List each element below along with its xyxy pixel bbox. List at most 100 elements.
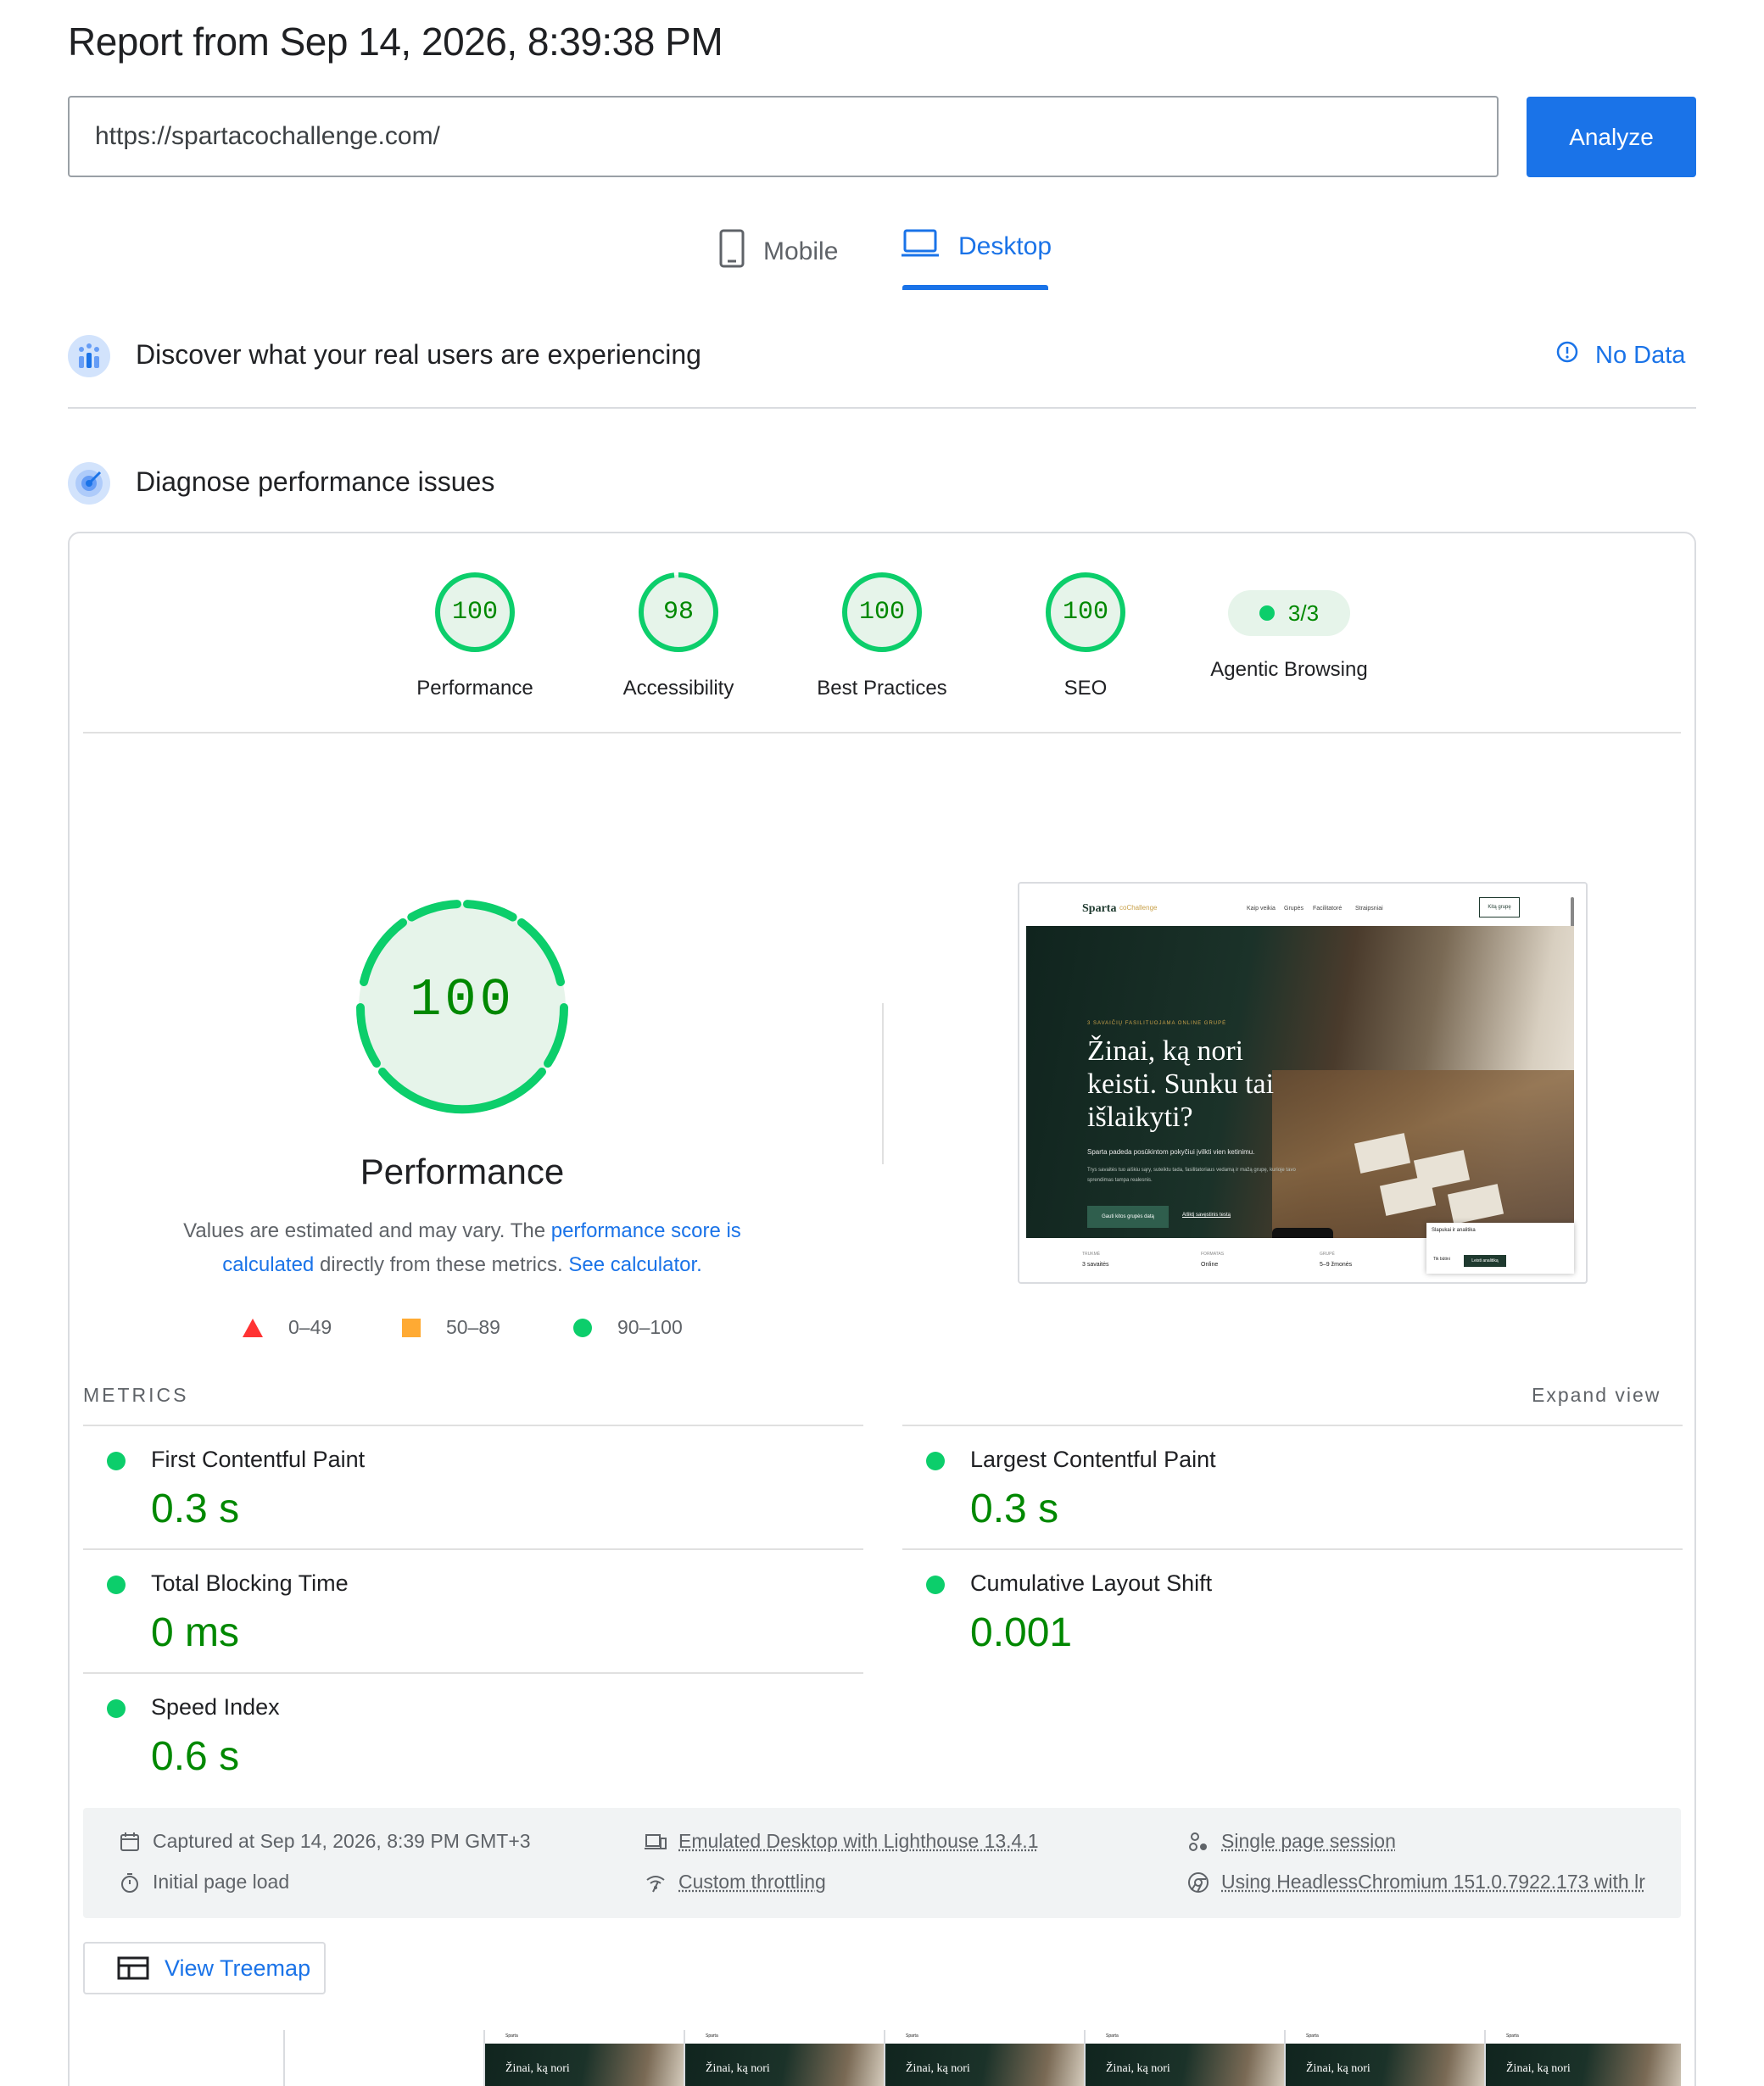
- throttling-text[interactable]: Custom throttling: [678, 1871, 826, 1894]
- gauge-label: Best Practices: [780, 677, 984, 700]
- frame-brand: Sparta: [706, 2033, 718, 2039]
- legend-average: 50–89: [402, 1316, 500, 1339]
- score-gauge: 100: [1045, 572, 1126, 653]
- browser-text[interactable]: Using HeadlessChromium 151.0.7922.173 wi…: [1221, 1871, 1645, 1894]
- pass-dot: [926, 1576, 945, 1594]
- ss-footer-label: GRUPĖ: [1320, 1252, 1335, 1257]
- gauge-label: Performance: [373, 677, 577, 700]
- browser-version[interactable]: Using HeadlessChromium 151.0.7922.173 wi…: [1187, 1871, 1645, 1894]
- metric-divider: [83, 1672, 863, 1674]
- metric-title: Total Blocking Time: [151, 1570, 349, 1597]
- frame-headline: Žinai, ką nori: [1106, 2062, 1170, 2076]
- gauge-agentic-browsing[interactable]: 3/3 Agentic Browsing: [1187, 572, 1391, 682]
- laptop-icon: [901, 229, 940, 265]
- final-screenshot[interactable]: Sparta coChallenge Kaip veikia Grupės Fa…: [1018, 882, 1588, 1284]
- frame-brand: Sparta: [505, 2033, 518, 2039]
- gauge-value: 100: [841, 572, 923, 653]
- ss-popup-alt: Tik būtini: [1433, 1257, 1450, 1262]
- initial-page-load: Initial page load: [119, 1871, 289, 1894]
- performance-label: Performance: [293, 1152, 632, 1192]
- gauge-value: 98: [638, 572, 719, 653]
- single-page-session[interactable]: Single page session: [1187, 1830, 1396, 1853]
- url-input[interactable]: [68, 96, 1499, 177]
- pass-dot: [107, 1576, 126, 1594]
- gauge-label: SEO: [984, 677, 1187, 700]
- filmstrip-frame: Sparta Žinai, ką nori: [1284, 2030, 1484, 2086]
- expand-view-toggle[interactable]: Expand view: [1532, 1384, 1661, 1407]
- metric-title: Speed Index: [151, 1694, 280, 1721]
- gauge-value: 100: [434, 572, 516, 653]
- see-calculator-link[interactable]: See calculator.: [568, 1253, 701, 1276]
- tab-desktop[interactable]: Desktop: [901, 229, 1052, 265]
- desc-text: Values are estimated and may vary. The: [183, 1219, 551, 1242]
- ss-secondary-link: Atliktį savęstinis testą: [1182, 1213, 1231, 1218]
- view-treemap-button[interactable]: View Treemap: [83, 1942, 326, 1994]
- metric-divider: [83, 1425, 863, 1426]
- tab-desktop-label: Desktop: [958, 232, 1052, 261]
- pass-dot: [107, 1699, 126, 1718]
- captured-at: Captured at Sep 14, 2026, 8:39 PM GMT+3: [119, 1830, 531, 1853]
- frame-brand: Sparta: [1306, 2033, 1319, 2039]
- captured-text: Captured at Sep 14, 2026, 8:39 PM GMT+3: [153, 1830, 531, 1853]
- frame-brand: Sparta: [1106, 2033, 1119, 2039]
- metric-value: 0.3 s: [151, 1486, 239, 1532]
- metric-title: First Contentful Paint: [151, 1447, 365, 1473]
- frame-headline: Žinai, ką nori: [706, 2062, 770, 2076]
- metric-value: 0.001: [970, 1609, 1072, 1656]
- diagnose-section-title: Diagnose performance issues: [136, 466, 494, 498]
- metric-value: 0.3 s: [970, 1486, 1058, 1532]
- metric-divider: [902, 1548, 1683, 1550]
- legend-fail: 0–49: [243, 1316, 332, 1339]
- custom-throttling[interactable]: Custom throttling: [645, 1871, 826, 1894]
- tab-mobile[interactable]: Mobile: [719, 229, 838, 275]
- ss-subheadline: Sparta padeda posūkintom pokyčiui įvilkt…: [1087, 1148, 1308, 1156]
- ss-popup-button: Leisti analitiką: [1464, 1255, 1506, 1267]
- score-gauge: 98: [638, 572, 719, 653]
- performance-score: 100: [352, 897, 572, 1118]
- metric-divider: [83, 1548, 863, 1550]
- filmstrip-frame: Sparta Žinai, ką nori: [1484, 2030, 1681, 2086]
- active-tab-indicator: [902, 285, 1048, 290]
- treemap-icon: [117, 1956, 149, 1980]
- wifi-icon: [645, 1871, 667, 1894]
- filmstrip-frame: Sparta Žinai, ką nori: [1084, 2030, 1284, 2086]
- emulated-text[interactable]: Emulated Desktop with Lighthouse 13.4.1: [678, 1830, 1039, 1853]
- target-icon: [68, 462, 110, 505]
- gauge-seo[interactable]: 100 SEO: [984, 572, 1187, 700]
- score-gauge: 100: [841, 572, 923, 653]
- runtime-settings: Captured at Sep 14, 2026, 8:39 PM GMT+3 …: [83, 1808, 1681, 1918]
- analyze-button[interactable]: Analyze: [1527, 97, 1696, 177]
- filmstrip-frame-empty: [83, 2030, 283, 2086]
- session-text[interactable]: Single page session: [1221, 1830, 1396, 1853]
- info-icon: [1556, 341, 1578, 370]
- filmstrip-frame-empty: [283, 2030, 483, 2086]
- ss-cta: Kitą grupę: [1479, 897, 1520, 918]
- metric-value: 0.6 s: [151, 1733, 239, 1780]
- gauge-accessibility[interactable]: 98 Accessibility: [577, 572, 780, 700]
- emulated-device[interactable]: Emulated Desktop with Lighthouse 13.4.1: [645, 1830, 1039, 1853]
- fail-triangle-icon: [243, 1319, 263, 1337]
- legend-pass: 90–100: [573, 1316, 683, 1339]
- ss-body: Trys savaitės tuo aiškiu sąry, suteiktu …: [1087, 1165, 1316, 1185]
- ss-headline: Žinai, ką nori keisti. Sunku tai išlaiky…: [1087, 1035, 1282, 1134]
- pass-dot: [926, 1452, 945, 1470]
- filmstrip-frame: Sparta Žinai, ką nori: [684, 2030, 884, 2086]
- users-chart-icon: [68, 335, 110, 377]
- ss-hero: 3 SAVAIČIŲ FASILITUOJAMA ONLINE GRUPĖ Ži…: [1026, 926, 1574, 1238]
- timer-icon: [119, 1871, 141, 1894]
- tab-mobile-label: Mobile: [763, 237, 838, 266]
- ss-footer-value: 3 savaitės: [1082, 1262, 1109, 1268]
- ss-brand: Sparta: [1082, 902, 1116, 916]
- gauge-best-practices[interactable]: 100 Best Practices: [780, 572, 984, 700]
- frame-headline: Žinai, ką nori: [1506, 2062, 1571, 2076]
- frame-headline: Žinai, ką nori: [1306, 2062, 1370, 2076]
- metric-value: 0 ms: [151, 1609, 239, 1656]
- metric-divider: [902, 1425, 1683, 1426]
- frame-headline: Žinai, ką nori: [906, 2062, 970, 2076]
- filmstrip-frame: Sparta Žinai, ką nori: [884, 2030, 1084, 2086]
- ss-cookie-popup: Slapukai ir analitika Tik būtini Leisti …: [1426, 1223, 1574, 1274]
- ss-hero-table: [1272, 1070, 1574, 1238]
- no-data-link[interactable]: No Data: [1556, 341, 1685, 370]
- gauge-label: Accessibility: [577, 677, 780, 700]
- gauge-performance[interactable]: 100 Performance: [373, 572, 577, 700]
